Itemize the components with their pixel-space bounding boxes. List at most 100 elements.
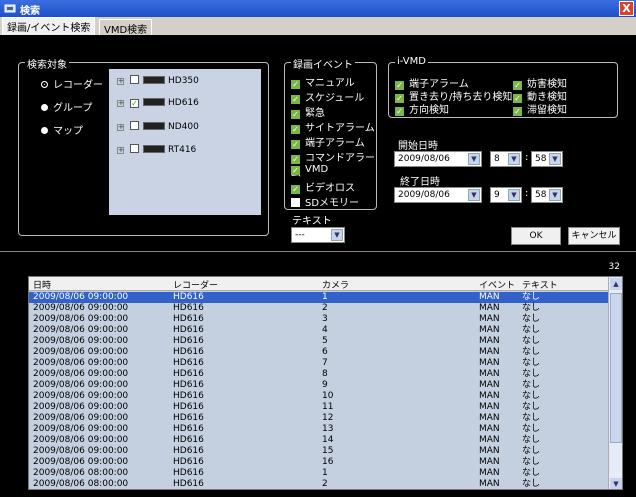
chevron-down-icon[interactable]: ▼ xyxy=(468,153,480,165)
table-cell: 2009/08/06 09:00:00 xyxy=(33,424,129,434)
table-row[interactable]: 2009/08/06 09:00:00 HD616 8 MAN なし xyxy=(29,369,609,380)
table-row[interactable]: 2009/08/06 09:00:00 HD616 9 MAN なし xyxy=(29,380,609,391)
chevron-down-icon[interactable]: ▼ xyxy=(549,189,561,201)
table-row[interactable]: 2009/08/06 09:00:00 HD616 13 MAN なし xyxy=(29,424,609,435)
table-row[interactable]: 2009/08/06 09:00:00 HD616 14 MAN なし xyxy=(29,435,609,446)
chevron-down-icon[interactable]: ▼ xyxy=(549,153,561,165)
table-row[interactable]: 2009/08/06 08:00:00 HD616 1 MAN なし xyxy=(29,468,609,479)
checkbox-ivmd-loiter[interactable]: ✓ 滞留検知 xyxy=(513,101,567,116)
checkbox-checked-icon: ✓ xyxy=(291,110,300,119)
radio-map[interactable]: マップ xyxy=(41,122,83,137)
column-header-text[interactable]: テキスト xyxy=(522,278,558,291)
chevron-down-icon[interactable]: ▼ xyxy=(331,229,343,241)
checkbox-video-loss[interactable]: ✓ ビデオロス xyxy=(291,179,355,194)
start-hour-select[interactable]: 8 ▼ xyxy=(490,151,522,167)
table-cell: 2009/08/06 09:00:00 xyxy=(33,358,129,368)
start-datetime-label: 開始日時 xyxy=(398,141,438,152)
tab-vmd-search[interactable]: VMD検索 xyxy=(99,19,153,36)
checkbox-ivmd-terminal-alarm[interactable]: ✓ 端子アラーム xyxy=(395,75,469,90)
start-minute-select[interactable]: 58 ▼ xyxy=(531,151,563,167)
cancel-button[interactable]: キャンセル xyxy=(568,227,620,245)
table-row[interactable]: 2009/08/06 09:00:00 HD616 16 MAN なし xyxy=(29,457,609,468)
radio-recorder[interactable]: レコーダー xyxy=(41,76,103,91)
checkbox-manual[interactable]: ✓ マニュアル xyxy=(291,74,355,89)
ok-button[interactable]: OK xyxy=(511,227,561,245)
tab-record-event-search[interactable]: 録画/イベント検索 xyxy=(2,17,96,35)
checkbox-sd-memory[interactable]: SDメモリー xyxy=(291,194,359,209)
table-row[interactable]: 2009/08/06 09:00:00 HD616 11 MAN なし xyxy=(29,402,609,413)
table-cell: 5 xyxy=(322,336,328,346)
table-cell: 15 xyxy=(322,446,334,456)
checkbox-ivmd-motion[interactable]: ✓ 動き検知 xyxy=(513,88,567,103)
checkbox-ivmd-leave-remove[interactable]: ✓ 置き去り/持ち去り検知 xyxy=(395,88,512,103)
table-row[interactable]: 2009/08/06 09:00:00 HD616 10 MAN なし xyxy=(29,391,609,402)
text-select[interactable]: --- ▼ xyxy=(291,227,345,243)
checkbox-schedule[interactable]: ✓ スケジュール xyxy=(291,89,364,104)
table-cell: MAN xyxy=(479,314,500,324)
checkbox-command-alarm[interactable]: ✓コマンドアラーム xyxy=(291,149,376,179)
checkbox-vmd[interactable]: ✓ VMD xyxy=(291,164,328,176)
table-cell: MAN xyxy=(479,325,500,335)
checkbox-ivmd-direction[interactable]: ✓ 方向検知 xyxy=(395,101,449,116)
table-cell: なし xyxy=(522,446,541,456)
chevron-up-icon[interactable]: ▲ xyxy=(610,278,622,290)
scrollbar-thumb[interactable] xyxy=(610,293,622,443)
table-row[interactable]: 2009/08/06 09:00:00 HD616 5 MAN なし xyxy=(29,336,609,347)
checkbox-terminal-alarm[interactable]: ✓ 端子アラーム xyxy=(291,134,365,149)
recorder-checkbox[interactable] xyxy=(130,75,139,84)
table-row[interactable]: 2009/08/06 09:00:00 HD616 2 MAN なし xyxy=(29,303,609,314)
recorder-checkbox-checked[interactable]: ✓ xyxy=(130,99,139,108)
results-list[interactable]: 日時 レコーダー カメラ イベント テキスト 2009/08/06 09:00:… xyxy=(28,276,623,490)
chevron-down-icon[interactable]: ▼ xyxy=(610,478,622,489)
vertical-scrollbar[interactable]: ▲ ▼ xyxy=(608,277,622,489)
recorder-checkbox[interactable] xyxy=(130,121,139,130)
tree-item-recorder[interactable]: + HD350 xyxy=(117,75,199,87)
expand-icon[interactable]: + xyxy=(117,124,124,131)
table-row[interactable]: 2009/08/06 09:00:00 HD616 12 MAN なし xyxy=(29,413,609,424)
table-cell: 12 xyxy=(322,413,334,423)
column-header-datetime[interactable]: 日時 xyxy=(33,278,51,291)
recorder-device-icon xyxy=(143,145,165,153)
radio-group[interactable]: グループ xyxy=(41,99,92,114)
checkbox-emergency[interactable]: ✓ 緊急 xyxy=(291,104,325,119)
chevron-down-icon[interactable]: ▼ xyxy=(468,189,480,201)
checkbox-checked-icon: ✓ xyxy=(291,95,300,104)
expand-icon[interactable]: + xyxy=(117,147,124,154)
close-button[interactable]: X xyxy=(619,1,634,16)
column-header-recorder[interactable]: レコーダー xyxy=(173,278,218,291)
table-cell: 2009/08/06 09:00:00 xyxy=(33,347,129,357)
checkbox-ivmd-tamper[interactable]: ✓ 妨害検知 xyxy=(513,75,567,90)
table-cell: 2009/08/06 09:00:00 xyxy=(33,402,129,412)
recorder-checkbox[interactable] xyxy=(130,144,139,153)
table-cell: HD616 xyxy=(173,391,204,401)
table-cell: 14 xyxy=(322,435,334,445)
tree-item-recorder[interactable]: + ✓ HD616 xyxy=(117,98,199,110)
column-header-event[interactable]: イベント xyxy=(479,278,515,291)
table-cell: HD616 xyxy=(173,402,204,412)
time-separator: : xyxy=(525,188,529,199)
table-row[interactable]: 2009/08/06 09:00:00 HD616 3 MAN なし xyxy=(29,314,609,325)
table-cell: 2009/08/06 08:00:00 xyxy=(33,479,129,489)
expand-icon[interactable]: + xyxy=(117,78,124,85)
table-row[interactable]: 2009/08/06 09:00:00 HD616 4 MAN なし xyxy=(29,325,609,336)
table-row[interactable]: 2009/08/06 09:00:00 HD616 15 MAN なし xyxy=(29,446,609,457)
table-row[interactable]: 2009/08/06 09:00:00 HD616 6 MAN なし xyxy=(29,347,609,358)
chevron-down-icon[interactable]: ▼ xyxy=(508,153,520,165)
table-row[interactable]: 2009/08/06 09:00:00 HD616 7 MAN なし xyxy=(29,358,609,369)
column-header-camera[interactable]: カメラ xyxy=(322,278,349,291)
table-row[interactable]: 2009/08/06 08:00:00 HD616 2 MAN なし xyxy=(29,479,609,489)
start-date-select[interactable]: 2009/08/06 ▼ xyxy=(394,151,482,167)
tree-item-recorder[interactable]: + ND400 xyxy=(117,121,199,133)
end-date-select[interactable]: 2009/08/06 ▼ xyxy=(394,187,482,203)
end-hour-select[interactable]: 9 ▼ xyxy=(490,187,522,203)
table-row[interactable]: 2009/08/06 09:00:00 HD616 1 MAN なし xyxy=(29,292,609,303)
table-cell: MAN xyxy=(479,413,500,423)
table-cell: MAN xyxy=(479,435,500,445)
end-minute-select[interactable]: 58 ▼ xyxy=(531,187,563,203)
tree-item-recorder[interactable]: + RT416 xyxy=(117,144,196,156)
table-cell: なし xyxy=(522,358,541,368)
chevron-down-icon[interactable]: ▼ xyxy=(508,189,520,201)
expand-icon[interactable]: + xyxy=(117,100,124,107)
checkbox-site-alarm[interactable]: ✓ サイトアラーム xyxy=(291,119,375,134)
table-cell: なし xyxy=(522,457,541,467)
